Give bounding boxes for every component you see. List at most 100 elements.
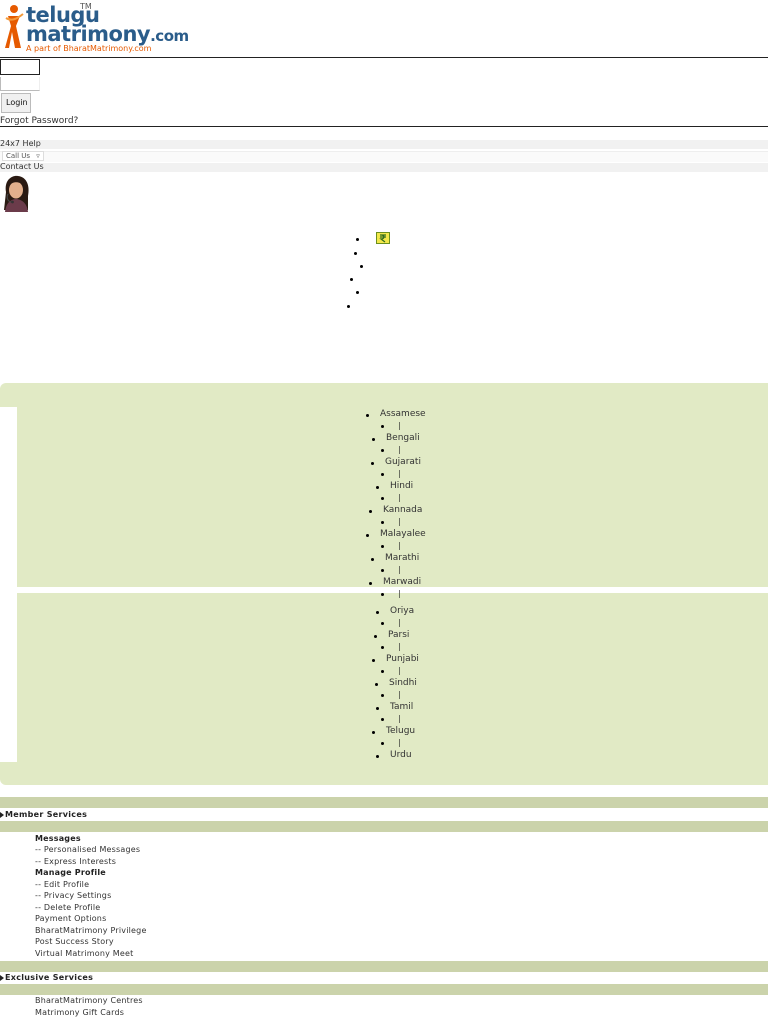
member-service-item[interactable]: -- Delete Profile [35, 903, 100, 912]
language-bullet [381, 593, 384, 596]
language-link-tamil[interactable]: Tamil [390, 702, 413, 712]
language-bullet [381, 545, 384, 548]
language-link-bengali[interactable]: Bengali [386, 433, 420, 443]
member-service-item[interactable]: -- Express Interests [35, 857, 116, 866]
language-bullet [381, 646, 384, 649]
logo-word-matrimony-text: matrimony [26, 22, 151, 46]
header-divider [0, 57, 768, 58]
exclusive-services-band-top [0, 961, 768, 972]
logo-tagline: A part of BharatMatrimony.com [26, 44, 152, 53]
help-label: 24x7 Help [0, 139, 41, 148]
nav-bullet [356, 238, 359, 241]
forgot-password-link[interactable]: Forgot Password? [0, 116, 78, 126]
language-bullet [366, 414, 369, 417]
language-bullet [372, 659, 375, 662]
rupee-badge-icon[interactable] [376, 232, 390, 244]
login-divider [0, 126, 768, 127]
member-service-item[interactable]: BharatMatrimony Privilege [35, 926, 147, 935]
language-link-telugu[interactable]: Telugu [386, 726, 415, 736]
language-bullet [372, 438, 375, 441]
language-link-urdu[interactable]: Urdu [390, 750, 412, 760]
language-bullet [381, 670, 384, 673]
language-link-marwadi[interactable]: Marwadi [383, 577, 421, 587]
language-bullet [381, 521, 384, 524]
language-separator: | [398, 445, 401, 454]
nav-bullet [350, 278, 353, 281]
language-link-marathi[interactable]: Marathi [385, 553, 419, 563]
language-link-punjabi[interactable]: Punjabi [386, 654, 419, 664]
language-link-oriya[interactable]: Oriya [390, 606, 414, 616]
language-bullet [381, 694, 384, 697]
language-separator: | [398, 469, 401, 478]
username-input[interactable] [0, 59, 40, 75]
site-logo[interactable]: telugu TM matrimony.com A part of Bharat… [0, 0, 189, 58]
language-bullet [381, 497, 384, 500]
call-us-label: Call Us [6, 152, 31, 160]
language-bullet [381, 742, 384, 745]
member-services-band-top [0, 797, 768, 808]
contact-us-link[interactable]: Contact Us [0, 162, 44, 171]
login-button[interactable]: Login [1, 93, 31, 113]
language-separator: | [398, 421, 401, 430]
contact-bar [0, 163, 768, 172]
language-separator: | [398, 565, 401, 574]
member-services-title-text: Member Services [5, 810, 88, 819]
language-bullet [381, 622, 384, 625]
language-bullet [371, 462, 374, 465]
member-service-item[interactable]: -- Privacy Settings [35, 891, 111, 900]
member-service-item[interactable]: Manage Profile [35, 868, 106, 877]
language-link-parsi[interactable]: Parsi [388, 630, 409, 640]
help-bar [0, 140, 768, 149]
logo-word-com: .com [150, 27, 189, 45]
nav-bullet [347, 305, 350, 308]
exclusive-service-item[interactable]: Matrimony Gift Cards [35, 1008, 124, 1017]
language-bullet [381, 425, 384, 428]
language-bullet [376, 611, 379, 614]
password-input[interactable] [0, 77, 40, 91]
member-service-item[interactable]: -- Edit Profile [35, 880, 89, 889]
language-separator: | [398, 690, 401, 699]
member-service-item[interactable]: Messages [35, 834, 81, 843]
language-link-kannada[interactable]: Kannada [383, 505, 422, 515]
arrow-right-icon [0, 811, 4, 818]
member-service-item[interactable]: Post Success Story [35, 937, 114, 946]
language-separator: | [398, 541, 401, 550]
member-service-item[interactable]: Payment Options [35, 914, 106, 923]
language-bullet [376, 486, 379, 489]
call-us-dropdown[interactable]: Call Us ▿ [2, 151, 44, 161]
language-bullet [369, 510, 372, 513]
exclusive-services-title-text: Exclusive Services [5, 973, 94, 982]
language-separator: | [398, 589, 401, 598]
nav-bullet [354, 252, 357, 255]
language-link-assamese[interactable]: Assamese [380, 409, 426, 419]
language-bullet [381, 718, 384, 721]
logo-figure-icon [5, 5, 24, 48]
language-separator: | [398, 618, 401, 627]
language-bullet [381, 473, 384, 476]
member-service-item[interactable]: Virtual Matrimony Meet [35, 949, 133, 958]
language-separator: | [398, 493, 401, 502]
language-separator: | [398, 517, 401, 526]
language-bullet [376, 755, 379, 758]
language-bullet [376, 707, 379, 710]
language-link-hindi[interactable]: Hindi [390, 481, 413, 491]
exclusive-service-item[interactable]: BharatMatrimony Centres [35, 996, 143, 1005]
language-bullet [374, 635, 377, 638]
member-services-title: Member Services [0, 810, 87, 819]
language-separator: | [398, 738, 401, 747]
language-link-gujarati[interactable]: Gujarati [385, 457, 421, 467]
language-link-malayalee[interactable]: Malayalee [380, 529, 426, 539]
exclusive-services-title: Exclusive Services [0, 973, 93, 982]
language-bullet [369, 582, 372, 585]
arrow-right-icon [0, 974, 4, 981]
language-link-sindhi[interactable]: Sindhi [389, 678, 417, 688]
language-separator: | [398, 642, 401, 651]
language-bullet [372, 731, 375, 734]
language-bullet [371, 558, 374, 561]
language-bullet [381, 449, 384, 452]
logo-trademark: TM [80, 2, 92, 11]
language-separator: | [398, 714, 401, 723]
support-agent-avatar [0, 174, 32, 212]
language-bullet [375, 683, 378, 686]
member-service-item[interactable]: -- Personalised Messages [35, 845, 140, 854]
